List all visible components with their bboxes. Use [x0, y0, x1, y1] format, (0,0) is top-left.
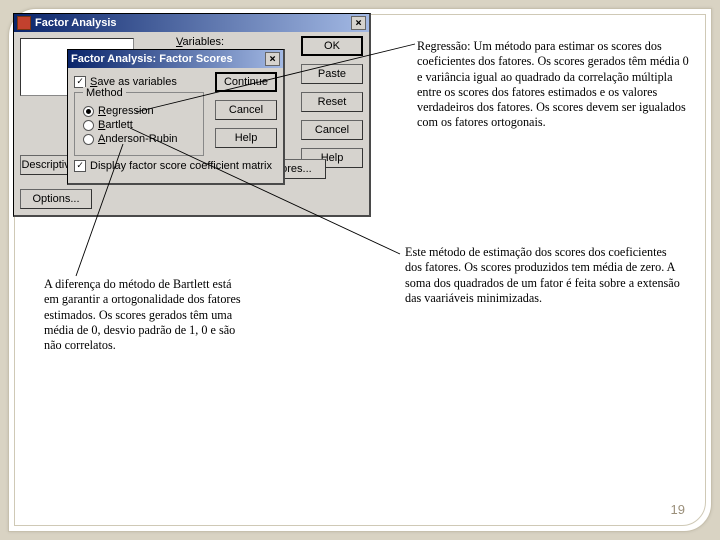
bartlett-radio[interactable]: Bartlett [83, 119, 195, 131]
variables-label: Variables: [176, 36, 224, 48]
slide-frame: Factor Analysis × Variables: OK Paste Re… [8, 8, 712, 532]
right-paragraph-2: Este método de estimação dos scores dos … [405, 245, 685, 306]
close-icon[interactable]: × [265, 52, 280, 66]
continue-button[interactable]: Continue [215, 72, 277, 92]
cancel-button[interactable]: Cancel [301, 120, 363, 140]
title-bar: Factor Analysis: Factor Scores × [68, 50, 283, 68]
cancel-button[interactable]: Cancel [215, 100, 277, 120]
radio-icon [83, 134, 94, 145]
radio-label: Regression [98, 105, 154, 117]
paste-button[interactable]: Paste [301, 64, 363, 84]
regression-radio[interactable]: Regression [83, 105, 195, 117]
page-number: 19 [671, 502, 685, 517]
checkbox-icon: ✓ [74, 160, 86, 172]
reset-button[interactable]: Reset [301, 92, 363, 112]
group-legend: Method [83, 87, 126, 99]
right-paragraph-1: Regressão: Um método para estimar os sco… [417, 39, 697, 131]
radio-icon [83, 120, 94, 131]
radio-label: Anderson-Rubin [98, 133, 178, 145]
window-title: Factor Analysis [35, 17, 117, 29]
radio-label: Bartlett [98, 119, 133, 131]
ok-button[interactable]: OK [301, 36, 363, 56]
app-icon [17, 16, 31, 30]
left-paragraph: A diferença do método de Bartlett está e… [44, 277, 244, 353]
help-button[interactable]: Help [215, 128, 277, 148]
options-button[interactable]: Options... [20, 189, 92, 209]
factor-scores-dialog: Factor Analysis: Factor Scores × ✓ Save … [67, 49, 285, 185]
title-bar: Factor Analysis × [14, 14, 369, 32]
close-icon[interactable]: × [351, 16, 366, 30]
anderson-rubin-radio[interactable]: Anderson-Rubin [83, 133, 195, 145]
display-coeff-checkbox[interactable]: ✓ Display factor score coefficient matri… [74, 160, 277, 172]
screenshot-area: Factor Analysis × Variables: OK Paste Re… [9, 9, 389, 229]
dialog-title: Factor Analysis: Factor Scores [71, 53, 233, 65]
checkbox-label: Display factor score coefficient matrix [90, 160, 272, 172]
method-group: Method Regression Bartlett Anderson-Rubi… [74, 92, 204, 156]
radio-icon [83, 106, 94, 117]
